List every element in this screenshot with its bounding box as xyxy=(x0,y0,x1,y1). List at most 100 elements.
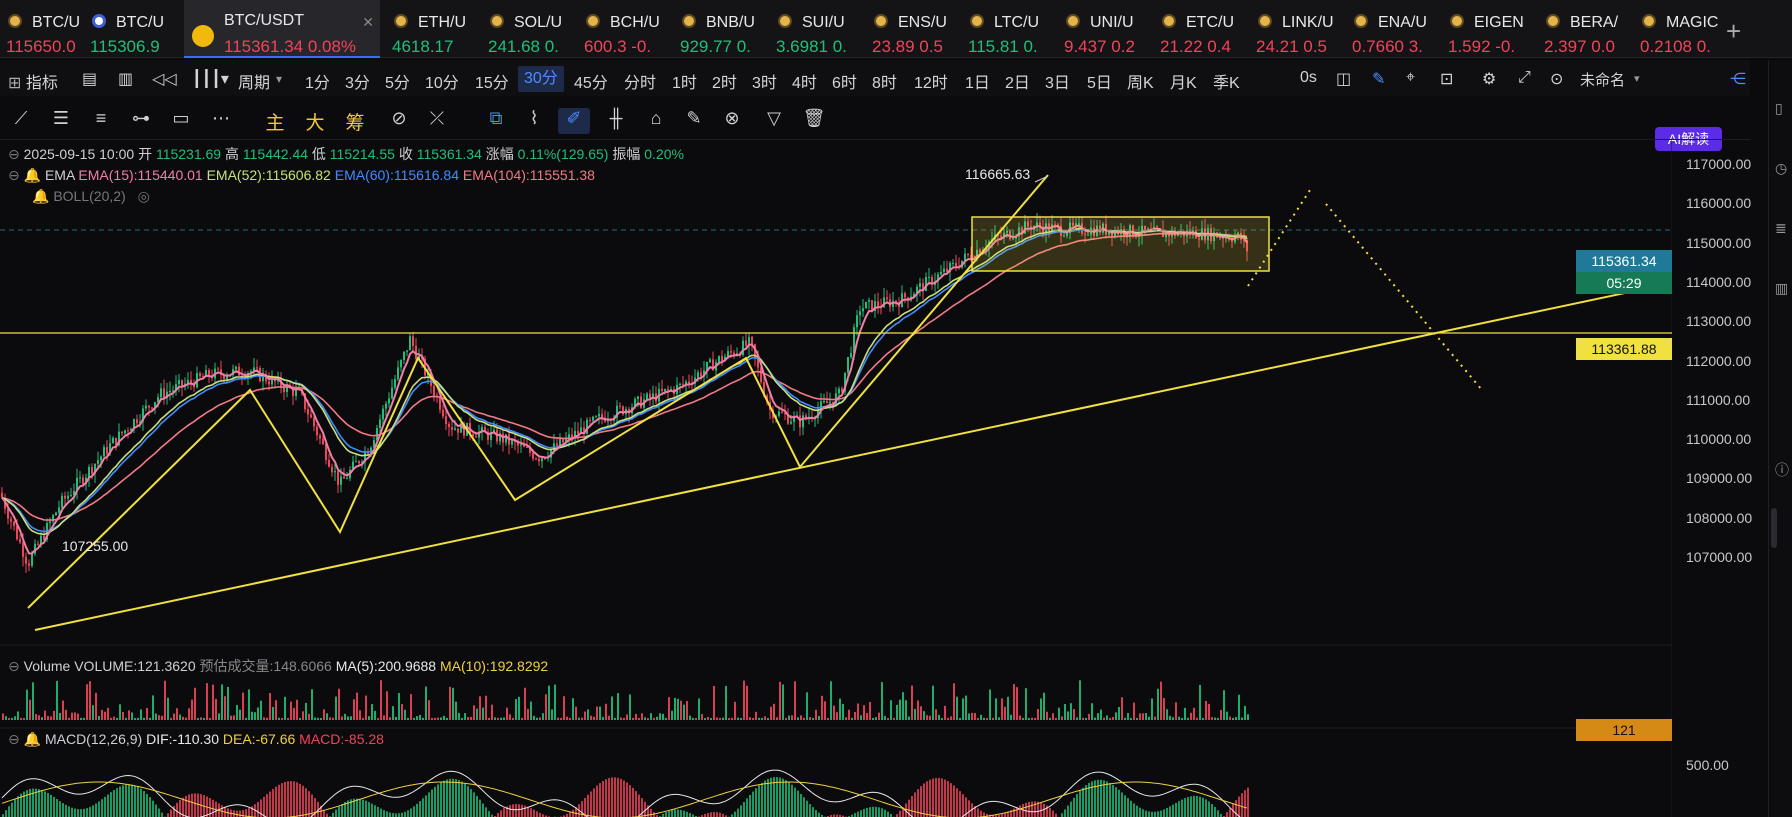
add-tab-button[interactable]: + xyxy=(1726,16,1741,47)
interval-10m[interactable]: 10分 xyxy=(425,69,459,93)
ticker-tab[interactable]: SUI/U 3.6981 0. xyxy=(770,0,855,58)
ticker-tab[interactable]: BCH/U 600.3 -0. xyxy=(578,0,663,58)
bars-icon[interactable]: ▥ xyxy=(1775,280,1788,297)
calendar-icon[interactable]: ▤ xyxy=(82,69,97,89)
macd-bar xyxy=(884,809,886,817)
interval-1h[interactable]: 1时 xyxy=(672,69,697,93)
bell-icon[interactable]: 🔔 xyxy=(24,167,41,183)
cursor-icon[interactable]: ⌖ xyxy=(1406,69,1415,87)
interval-5d[interactable]: 5日 xyxy=(1087,69,1112,93)
info-icon[interactable]: ⓘ xyxy=(1775,460,1789,480)
crosshair-tool-icon[interactable]: ⊶ xyxy=(128,108,154,134)
layout-name-select[interactable]: 未命名 xyxy=(1580,69,1625,90)
ticker-tab[interactable]: LINK/U 24.21 0.5 xyxy=(1250,0,1335,58)
candles-icon[interactable]: ╫ xyxy=(602,108,630,134)
close-icon[interactable]: ✕ xyxy=(362,14,374,31)
lock-icon[interactable]: ⌂ xyxy=(642,108,670,134)
interval-3m[interactable]: 3分 xyxy=(345,69,370,93)
interval-5m[interactable]: 5分 xyxy=(385,69,410,93)
interval-2d[interactable]: 2日 xyxy=(1005,69,1030,93)
eraser-icon[interactable]: ⤫ xyxy=(424,108,450,134)
boll-legend[interactable]: 🔔 BOLL(20,2) ◎ xyxy=(32,188,150,205)
pen-icon[interactable]: ✎ xyxy=(1372,69,1385,89)
interval-month[interactable]: 月K xyxy=(1170,69,1197,93)
big-order-button[interactable]: 大 xyxy=(302,108,328,134)
interval-1m[interactable]: 1分 xyxy=(305,69,330,93)
list-icon[interactable]: ≣ xyxy=(1775,220,1787,237)
macd-bar xyxy=(116,788,118,817)
collapse-icon[interactable]: ⊖ xyxy=(8,167,20,183)
ema-legend[interactable]: ⊖ 🔔 EMA EMA(15):115440.01 EMA(52):115606… xyxy=(8,167,595,184)
macd-bar xyxy=(266,794,268,817)
interval-3d[interactable]: 3日 xyxy=(1045,69,1070,93)
panel-icon[interactable]: ▯ xyxy=(1775,100,1783,117)
collapse-icon[interactable]: ⊖ xyxy=(8,731,20,747)
ruler-icon[interactable]: ⌇ xyxy=(520,108,548,134)
ticker-tab[interactable]: MAGIC 0.2108 0. xyxy=(1634,0,1719,58)
interval-3h[interactable]: 3时 xyxy=(752,69,777,93)
period-button[interactable]: 周期 xyxy=(238,69,270,93)
ticker-tab[interactable]: BTC/U 115306.9 xyxy=(84,0,174,58)
ticker-tab[interactable]: UNI/U 9.437 0.2 xyxy=(1058,0,1143,58)
ticker-tab[interactable]: SOL/U 241.68 0. xyxy=(482,0,567,58)
scroll-handle[interactable] xyxy=(1771,508,1777,548)
ticker-tab[interactable]: BTC/U 115650.0 xyxy=(0,0,80,58)
interval-timeshare[interactable]: 分时 xyxy=(624,69,656,93)
gear-icon[interactable]: ⚙ xyxy=(1482,69,1496,89)
interval-2h[interactable]: 2时 xyxy=(712,69,737,93)
interval-8h[interactable]: 8时 xyxy=(872,69,897,93)
magnet-icon[interactable]: ⊘ xyxy=(386,108,412,134)
fullscreen-icon[interactable]: ⊡ xyxy=(1440,69,1453,89)
interval-4h[interactable]: 4时 xyxy=(792,69,817,93)
candle-type-icon[interactable]: ┃┃┃▾ xyxy=(192,69,229,89)
chart-canvas[interactable] xyxy=(0,140,1672,817)
ticker-tab[interactable]: BNB/U 929.77 0. xyxy=(674,0,759,58)
rewind-icon[interactable]: ◁◁ xyxy=(152,69,177,89)
interval-6h[interactable]: 6时 xyxy=(832,69,857,93)
interval-quarter[interactable]: 季K xyxy=(1213,69,1240,93)
interval-15m[interactable]: 15分 xyxy=(475,69,509,93)
ticker-tab[interactable]: BERA/2.397 0.0 xyxy=(1538,0,1623,58)
ticker-tab[interactable]: ETH/U 4618.17 xyxy=(386,0,471,58)
ticker-tab[interactable]: LTC/U 115.81 0. xyxy=(962,0,1047,58)
filter-icon[interactable]: ▽ xyxy=(760,108,788,134)
more-icon[interactable]: ⋯ xyxy=(208,108,234,134)
ticker-tab[interactable]: ENA/U 0.7660 3. xyxy=(1346,0,1431,58)
main-force-button[interactable]: 主 xyxy=(262,108,288,134)
ticker-tab-active[interactable]: BTC/USDT 115361.34 0.08% ✕ xyxy=(184,0,380,58)
ticker-tab[interactable]: ENS/U 23.89 0.5 xyxy=(866,0,951,58)
indicator-button[interactable]: ⊞ 指标 xyxy=(8,69,58,93)
eye-off-icon[interactable]: ◎ xyxy=(138,188,150,204)
line-tool-icon[interactable]: ⟋ xyxy=(8,108,34,134)
draw-mode-icon[interactable]: ✐ xyxy=(558,108,590,134)
volume-bar xyxy=(446,717,448,720)
layout-icon[interactable]: ▥ xyxy=(118,69,133,89)
bell-icon[interactable]: 🔔 xyxy=(24,731,41,747)
bell-icon[interactable]: 🔔 xyxy=(32,188,49,204)
interval-30m[interactable]: 30分 xyxy=(518,66,564,92)
interval-1d[interactable]: 1日 xyxy=(965,69,990,93)
link-icon[interactable]: ⊗ xyxy=(718,108,746,134)
share-icon[interactable]: ⋲ xyxy=(1730,69,1746,89)
chip-button[interactable]: 筹 xyxy=(342,108,368,134)
collapse-icon[interactable]: ⊖ xyxy=(8,658,20,674)
volume-bar xyxy=(1130,717,1132,720)
channel-tool-icon[interactable]: ≡ xyxy=(88,108,114,134)
hlines-tool-icon[interactable]: ☰ xyxy=(48,108,74,134)
ticker-tab[interactable]: ETC/U 21.22 0.4 xyxy=(1154,0,1239,58)
collapse-icon[interactable]: ⊖ xyxy=(8,146,20,162)
camera-icon[interactable]: ◫ xyxy=(1336,69,1351,89)
note-icon[interactable]: ✎ xyxy=(680,108,708,134)
clock-icon[interactable]: ◷ xyxy=(1775,160,1787,177)
expand-icon[interactable]: ⤢ xyxy=(1518,69,1531,87)
replay-time[interactable]: 0s xyxy=(1300,69,1317,87)
camera2-icon[interactable]: ⊙ xyxy=(1550,69,1563,89)
copy-icon[interactable]: ⧉ xyxy=(482,108,510,134)
interval-45m[interactable]: 45分 xyxy=(574,69,608,93)
interval-12h[interactable]: 12时 xyxy=(914,69,948,93)
interval-week[interactable]: 周K xyxy=(1127,69,1154,93)
chart-area[interactable]: ⊖ 2025-09-15 10:00 开 115231.69 高 115442.… xyxy=(0,140,1752,817)
ticker-tab[interactable]: EIGEN 1.592 -0. xyxy=(1442,0,1527,58)
rect-tool-icon[interactable]: ▭ xyxy=(168,108,194,134)
trash-icon[interactable]: 🗑 xyxy=(800,108,828,134)
